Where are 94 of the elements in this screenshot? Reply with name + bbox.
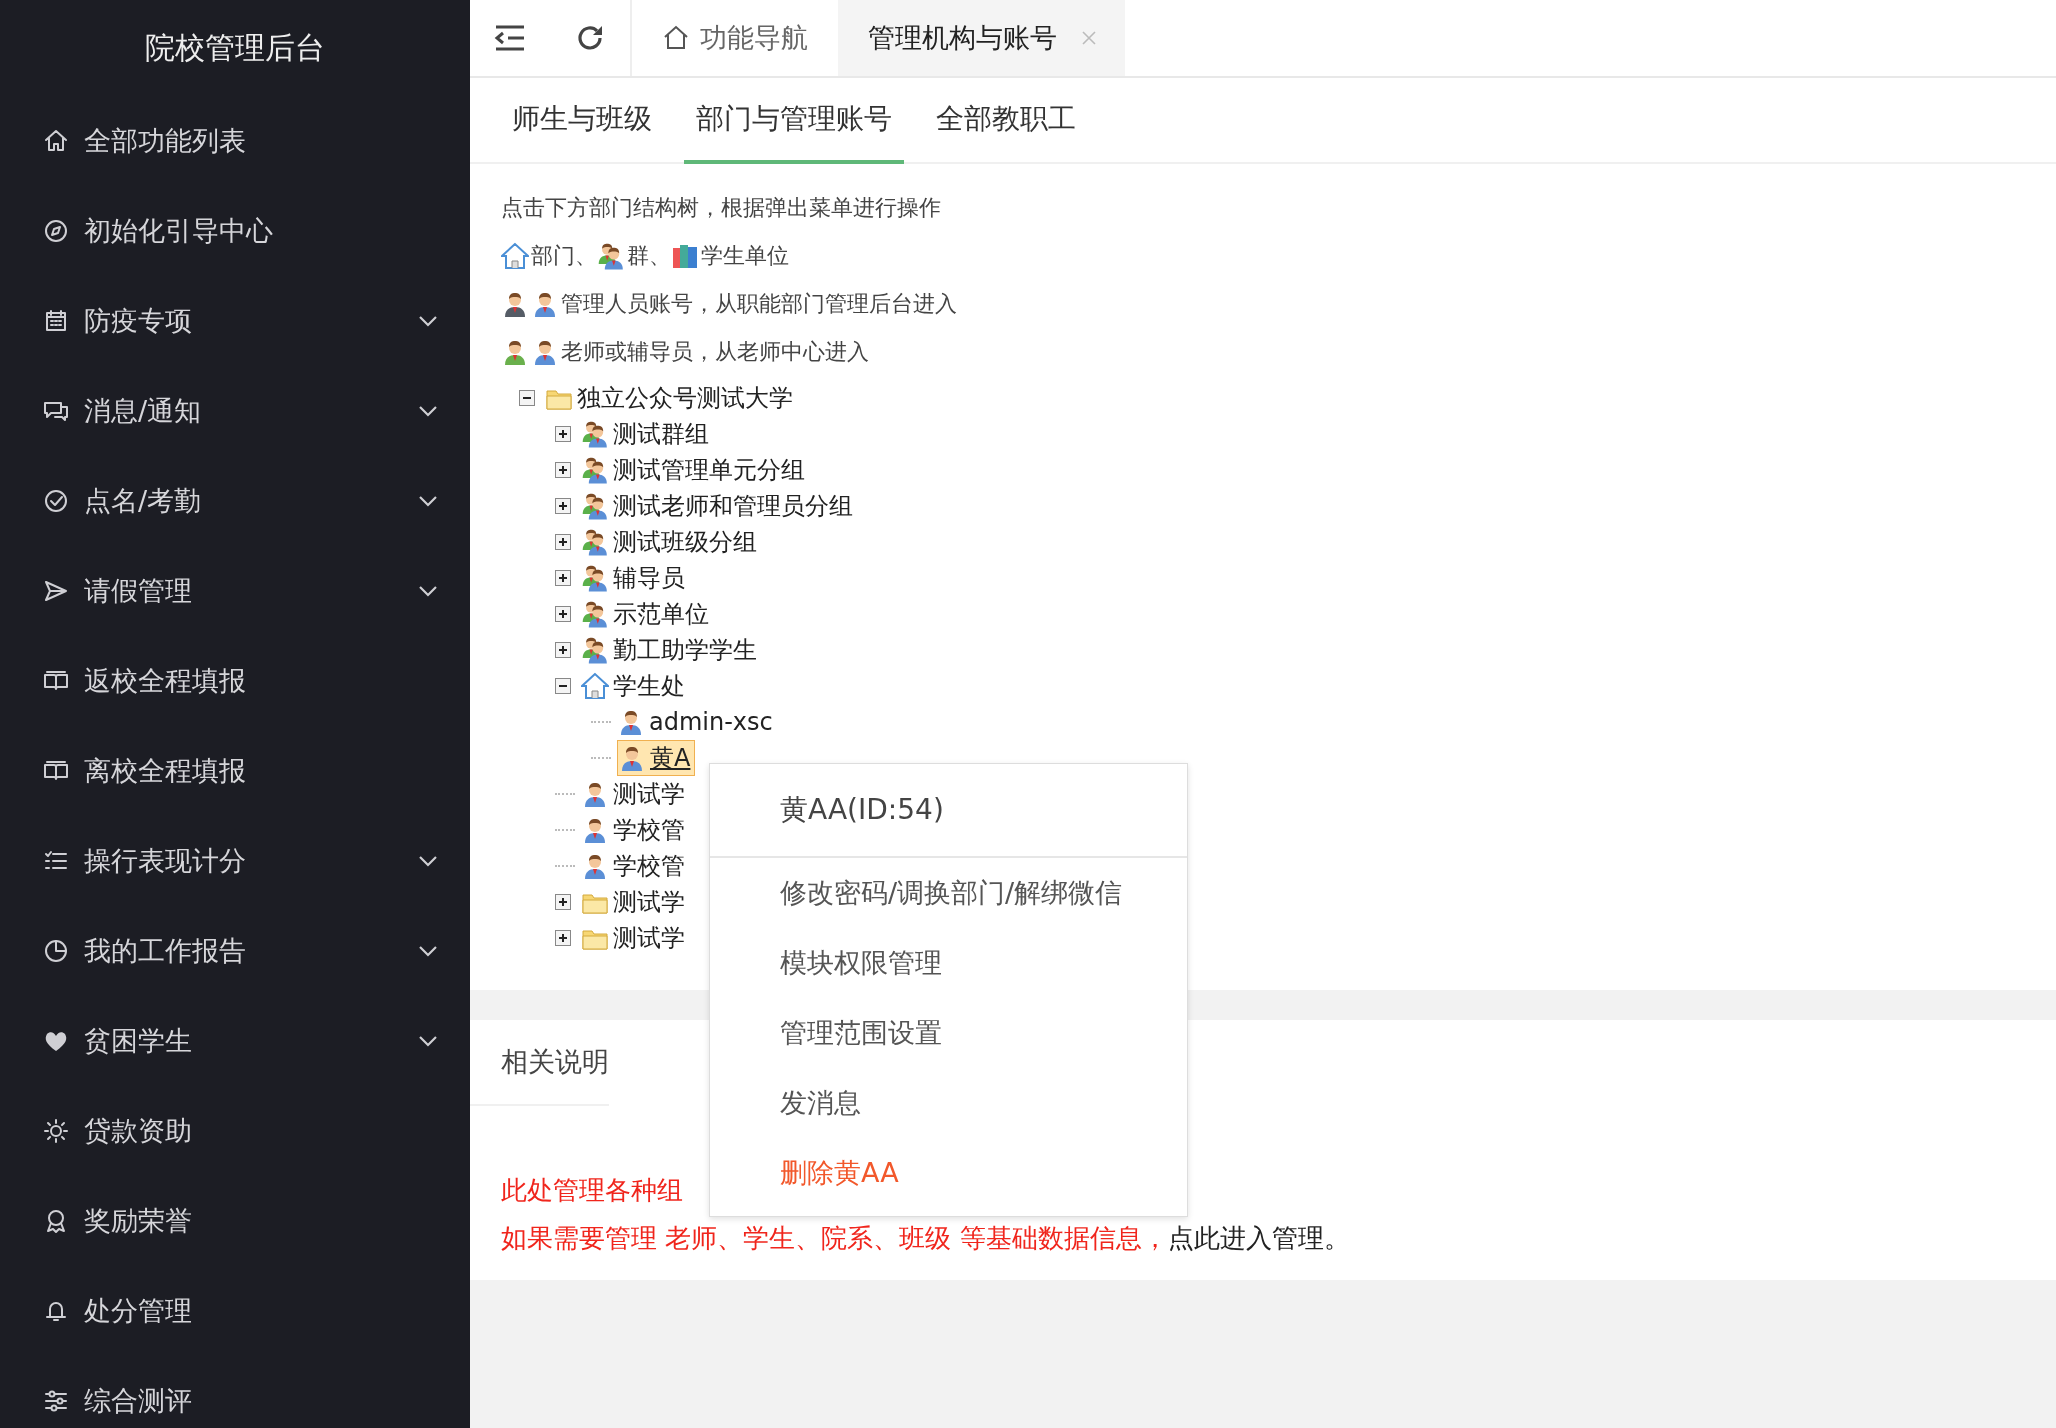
tree-node[interactable]: 独立公众号测试大学 (545, 381, 797, 415)
sidebar-item[interactable]: 点名/考勤 (0, 456, 470, 546)
group-icon (581, 564, 609, 592)
group-icon (581, 420, 609, 448)
sidebar-item[interactable]: 贫困学生 (0, 996, 470, 1086)
menu-label: 全部功能列表 (84, 124, 247, 158)
menu-item[interactable]: 修改密码/调换部门/解绑微信 (710, 858, 1187, 928)
sidebar-item[interactable]: 处分管理 (0, 1266, 470, 1356)
menu-label: 我的工作报告 (84, 934, 247, 968)
menu-item[interactable]: 发消息 (710, 1068, 1187, 1138)
tree-node[interactable]: 测试学 (581, 885, 689, 919)
legend-text: 管理人员账号，从职能部门管理后台进入 (561, 290, 957, 318)
section-tab[interactable]: 全部教职工 (924, 78, 1088, 164)
house-icon (501, 242, 529, 270)
expand-toggle[interactable] (555, 498, 571, 514)
expand-toggle[interactable] (555, 426, 571, 442)
expand-toggle[interactable] (555, 894, 571, 910)
menu-label: 综合测评 (84, 1384, 193, 1418)
menu-label: 防疫专项 (84, 304, 193, 338)
expand-toggle[interactable] (555, 606, 571, 622)
sidebar-item[interactable]: 全部功能列表 (0, 96, 470, 186)
tree-node[interactable]: 测试老师和管理员分组 (581, 489, 857, 523)
group-icon (581, 456, 609, 484)
sidebar-item[interactable]: 操行表现计分 (0, 816, 470, 906)
menu-item[interactable]: 模块权限管理 (710, 928, 1187, 998)
sun-icon (42, 1117, 70, 1145)
expand-toggle[interactable] (555, 534, 571, 550)
sidebar-item[interactable]: 初始化引导中心 (0, 186, 470, 276)
manage-link[interactable]: 点此进入管理。 (1167, 1214, 1350, 1262)
menu-label: 操行表现计分 (84, 844, 247, 878)
instruction-text: 点击下方部门结构树，根据弹出菜单进行操作 (501, 194, 941, 222)
group-icon (581, 528, 609, 556)
sidebar-item[interactable]: 奖励荣誉 (0, 1176, 470, 1266)
tree-node[interactable]: 勤工助学学生 (581, 633, 761, 667)
menu-label: 请假管理 (84, 574, 193, 608)
page-tab[interactable]: 功能导航 (632, 0, 838, 76)
warning-text: 此处管理各种组 (501, 1174, 683, 1207)
menu-label: 初始化引导中心 (84, 214, 274, 248)
tree-node[interactable]: 测试学 (581, 921, 689, 955)
house-icon (581, 672, 609, 700)
menu-label: 离校全程填报 (84, 754, 247, 788)
menu-label: 奖励荣誉 (84, 1204, 193, 1238)
tree-node[interactable]: 黄A (617, 740, 696, 776)
sidebar-item[interactable]: 消息/通知 (0, 366, 470, 456)
section-title: 相关说明 (470, 1020, 609, 1106)
sidebar-item[interactable]: 离校全程填报 (0, 726, 470, 816)
group-icon (581, 492, 609, 520)
tree-node[interactable]: 测试管理单元分组 (581, 453, 809, 487)
group-icon (581, 600, 609, 628)
books-icon (671, 242, 699, 270)
expand-toggle[interactable] (555, 642, 571, 658)
expand-toggle[interactable] (555, 570, 571, 586)
page-tab[interactable]: 管理机构与账号 (838, 0, 1125, 76)
tree-node[interactable]: 学生处 (581, 669, 689, 703)
tree-node[interactable]: 测试学 (581, 777, 689, 811)
section-tab[interactable]: 师生与班级 (500, 78, 664, 164)
tree-node[interactable]: 学校管 (581, 813, 689, 847)
sidebar-item[interactable]: 请假管理 (0, 546, 470, 636)
pie-chart-icon (42, 937, 70, 965)
tree-node[interactable]: 测试班级分组 (581, 525, 761, 559)
tree-node[interactable]: 学校管 (581, 849, 689, 883)
sidebar-item[interactable]: 我的工作报告 (0, 906, 470, 996)
menu-label: 点名/考勤 (84, 484, 203, 518)
menu-header: 黄AA(ID:54) (710, 764, 1187, 858)
menu-label: 贷款资助 (84, 1114, 193, 1148)
menu-label: 处分管理 (84, 1294, 193, 1328)
tree-node[interactable]: 示范单位 (581, 597, 713, 631)
legend-text: 群、 (627, 242, 671, 270)
collapse-toggle[interactable] (519, 390, 535, 406)
menu-item[interactable]: 管理范围设置 (710, 998, 1187, 1068)
expand-toggle[interactable] (555, 462, 571, 478)
group-icon (597, 242, 625, 270)
sidebar-item[interactable]: 贷款资助 (0, 1086, 470, 1176)
compass-icon (42, 217, 70, 245)
warning-text: 如果需要管理 老师、学生、院系、班级 等基础数据信息， (501, 1222, 1168, 1255)
legend-text: 老师或辅导员，从老师中心进入 (561, 338, 869, 366)
legend-text: 部门、 (531, 242, 597, 270)
sidebar-item[interactable]: 综合测评 (0, 1356, 470, 1428)
menu-label: 消息/通知 (84, 394, 203, 428)
tree-node[interactable]: admin-xsc (617, 707, 777, 737)
menu-label: 贫困学生 (84, 1024, 193, 1058)
expand-toggle[interactable] (555, 930, 571, 946)
collapse-toggle[interactable] (555, 678, 571, 694)
sidebar-item[interactable]: 返校全程填报 (0, 636, 470, 726)
legend-text: 学生单位 (701, 242, 789, 270)
check-circle-icon (42, 487, 70, 515)
menu-label: 返校全程填报 (84, 664, 247, 698)
sidebar-item[interactable]: 防疫专项 (0, 276, 470, 366)
tree-node[interactable]: 辅导员 (581, 561, 689, 595)
home-icon (662, 24, 690, 52)
group-icon (581, 636, 609, 664)
app-title: 院校管理后台 (145, 28, 325, 67)
section-tab[interactable]: 部门与管理账号 (684, 78, 904, 164)
tree-node[interactable]: 测试群组 (581, 417, 713, 451)
